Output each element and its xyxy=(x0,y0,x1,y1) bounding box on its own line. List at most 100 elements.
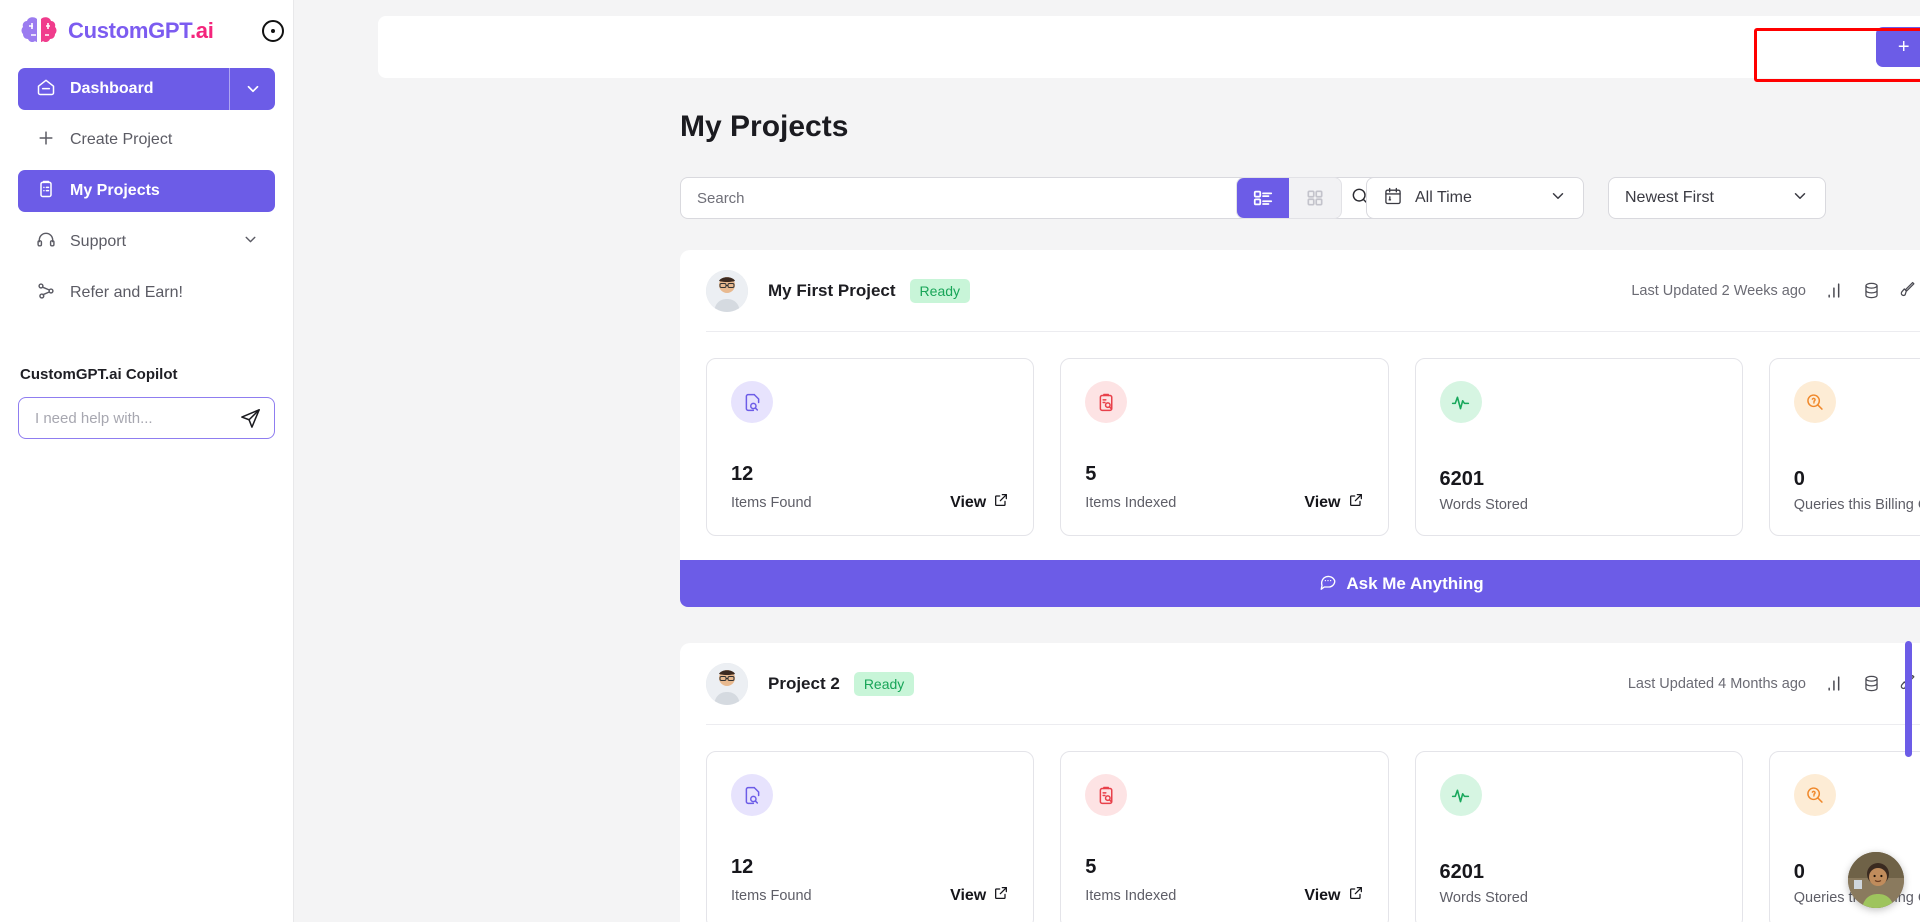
stat-view-label: View xyxy=(950,886,987,904)
stat-label: Items Indexed xyxy=(1085,494,1177,511)
sidebar-item-label-refer-and-earn: Refer and Earn! xyxy=(70,284,183,301)
stat-card-items-found: 12 Items Found View xyxy=(706,751,1035,922)
project-card: Project 2 Ready Last Updated 4 Months ag… xyxy=(680,643,1920,922)
query-search-icon xyxy=(1793,774,1836,816)
stats-row: 12 Items Found View 5 Items Indexed View… xyxy=(706,332,1920,560)
brand-name-suffix: .ai xyxy=(189,18,214,43)
last-updated-text: Last Updated 2 Weeks ago xyxy=(1631,282,1806,299)
stat-card-words-stored: 6201 Words Stored xyxy=(1414,751,1743,922)
sidebar-item-label-create-project: Create Project xyxy=(70,131,173,148)
sidebar: CustomGPT.ai Dashboard Create Project My… xyxy=(0,0,294,922)
stat-card-items-found: 12 Items Found View xyxy=(706,358,1035,536)
brand-name: CustomGPT.ai xyxy=(68,18,214,44)
sort-order-label: Newest First xyxy=(1625,189,1714,206)
stat-card-items-indexed: 5 Items Indexed View xyxy=(1060,751,1389,922)
list-view-icon[interactable] xyxy=(1237,178,1289,218)
sort-order-dropdown[interactable]: Newest First xyxy=(1608,177,1826,219)
stat-value: 6201 xyxy=(1439,861,1485,883)
stat-card-items-indexed: 5 Items Indexed View xyxy=(1060,358,1389,536)
query-search-icon xyxy=(1793,381,1836,423)
customgpt-brain-logo-icon xyxy=(20,15,58,47)
external-link-icon xyxy=(993,492,1009,513)
time-filter-label: All Time xyxy=(1415,189,1472,206)
stat-value: 6201 xyxy=(1439,468,1485,490)
plus-icon xyxy=(36,128,56,153)
copilot-input-wrapper[interactable] xyxy=(18,397,275,439)
stat-label: Items Indexed xyxy=(1085,887,1177,904)
chevron-down-icon xyxy=(1549,187,1567,210)
ask-me-anything-button[interactable]: Ask Me Anything xyxy=(680,560,1920,607)
project-header: Project 2 Ready Last Updated 4 Months ag… xyxy=(706,643,1920,725)
stat-label: Items Found xyxy=(731,887,812,904)
time-filter-dropdown[interactable]: All Time xyxy=(1366,177,1584,219)
chevron-down-icon[interactable] xyxy=(229,68,275,110)
stat-label: Queries this Billing Cycle xyxy=(1793,497,1920,513)
stats-row: 12 Items Found View 5 Items Indexed View… xyxy=(706,725,1920,922)
paintbrush-icon[interactable] xyxy=(1898,281,1917,300)
file-search-icon xyxy=(731,774,773,816)
clipboard-search-icon xyxy=(1085,381,1128,423)
project-avatar xyxy=(706,662,748,705)
headset-icon xyxy=(36,230,56,255)
grid-view-icon[interactable] xyxy=(1289,178,1341,218)
chevron-down-icon xyxy=(1791,187,1809,210)
external-link-icon xyxy=(1348,492,1364,513)
stat-view-link[interactable]: View xyxy=(950,492,1009,513)
status-badge: Ready xyxy=(909,278,971,303)
stat-label: Items Found xyxy=(731,494,812,511)
activity-pulse-icon xyxy=(1439,774,1482,816)
create-project-button[interactable]: + Create Project xyxy=(1875,27,1920,67)
brand-name-primary: CustomGPT xyxy=(68,18,190,43)
plus-icon: + xyxy=(1897,36,1910,58)
app-root: CustomGPT.ai Dashboard Create Project My… xyxy=(0,0,1920,922)
stat-value: 12 xyxy=(731,856,754,878)
sidebar-item-dashboard[interactable]: Dashboard xyxy=(18,68,275,110)
ask-me-anything-label: Ask Me Anything xyxy=(1346,573,1484,593)
analytics-bar-chart-icon[interactable] xyxy=(1826,281,1845,300)
stat-value: 0 xyxy=(1793,468,1805,490)
project-avatar xyxy=(706,269,748,312)
project-name: My First Project xyxy=(768,280,896,300)
stat-label: Words Stored xyxy=(1439,497,1528,513)
page-title: My Projects xyxy=(680,110,849,143)
copilot-input[interactable] xyxy=(35,409,239,427)
top-bar: + Create Project C xyxy=(378,16,1920,78)
calendar-icon xyxy=(1383,186,1403,211)
stat-view-link[interactable]: View xyxy=(950,885,1009,906)
status-badge: Ready xyxy=(853,671,915,696)
file-search-icon xyxy=(731,381,773,423)
copilot-title: CustomGPT.ai Copilot xyxy=(20,366,178,383)
clipboard-search-icon xyxy=(1085,774,1128,816)
stat-view-link[interactable]: View xyxy=(1304,885,1363,906)
support-chat-widget[interactable] xyxy=(1848,852,1904,908)
home-icon xyxy=(36,77,56,102)
stat-view-label: View xyxy=(1304,493,1341,511)
chevron-down-icon[interactable] xyxy=(242,231,259,253)
sidebar-item-label-my-projects: My Projects xyxy=(70,182,160,199)
database-icon[interactable] xyxy=(1862,674,1881,693)
vertical-scrollbar-thumb[interactable] xyxy=(1905,641,1912,757)
circle-dot-icon[interactable] xyxy=(262,20,284,42)
paper-plane-icon[interactable] xyxy=(239,407,262,430)
sidebar-item-support[interactable]: Support xyxy=(18,221,275,263)
sidebar-item-my-projects[interactable]: My Projects xyxy=(18,170,275,212)
analytics-bar-chart-icon[interactable] xyxy=(1826,674,1845,693)
brand: CustomGPT.ai xyxy=(18,0,284,62)
sidebar-item-create-project[interactable]: Create Project xyxy=(18,119,275,161)
project-meta: Last Updated 2 Weeks ago xyxy=(1631,281,1920,300)
stat-value: 12 xyxy=(731,463,754,485)
chat-bubble-icon xyxy=(1319,572,1337,595)
project-meta: Last Updated 4 Months ago xyxy=(1628,674,1920,693)
activity-pulse-icon xyxy=(1439,381,1482,423)
stat-view-link[interactable]: View xyxy=(1304,492,1363,513)
stat-card-words-stored: 6201 Words Stored xyxy=(1414,358,1743,536)
project-action-icons xyxy=(1826,281,1920,300)
main-content: + Create Project C My Projects xyxy=(294,0,1920,922)
stat-value: 5 xyxy=(1085,856,1097,878)
project-header: My First Project Ready Last Updated 2 We… xyxy=(706,250,1920,332)
support-agent-avatar xyxy=(1848,852,1904,908)
stat-value: 5 xyxy=(1085,463,1097,485)
database-icon[interactable] xyxy=(1862,281,1881,300)
sidebar-item-refer-and-earn[interactable]: Refer and Earn! xyxy=(18,272,275,314)
share-nodes-icon xyxy=(36,281,56,306)
